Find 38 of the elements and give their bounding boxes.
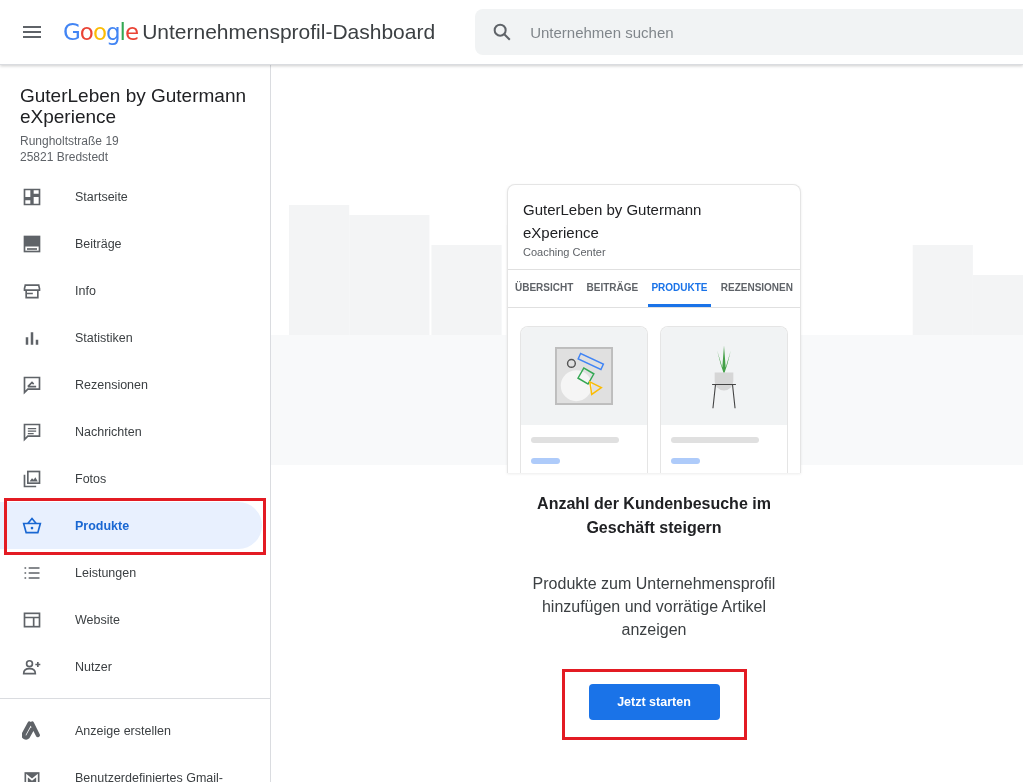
preview-business-name: GuterLeben by Gutermann eXperience bbox=[523, 200, 703, 243]
ads-icon bbox=[22, 720, 42, 741]
message-icon bbox=[22, 421, 42, 442]
nav-item[interactable]: Nachrichten bbox=[0, 408, 262, 455]
promo-heading: Anzahl der Kundenbesuche im Geschäft steigern bbox=[536, 494, 772, 538]
nav-item[interactable]: Leistungen bbox=[0, 549, 262, 596]
business-name: GuterLeben by Gutermann eXperience bbox=[20, 85, 248, 127]
nav-item[interactable]: Anzeige erstellen bbox=[0, 707, 262, 754]
nav-item[interactable]: Nutzer bbox=[0, 643, 262, 690]
placeholder-line bbox=[531, 458, 560, 464]
nav-item[interactable]: Website bbox=[0, 596, 262, 643]
logo: Google bbox=[63, 19, 139, 45]
post-icon bbox=[22, 233, 42, 254]
product-title: Unternehmensprofil-Dashboard bbox=[142, 20, 436, 44]
nav-item[interactable]: Benutzerdefiniertes Gmail- bbox=[0, 754, 262, 782]
dashboard-icon bbox=[22, 186, 42, 207]
nav-item[interactable]: Rezensionen bbox=[0, 361, 262, 408]
nav-item[interactable]: Statistiken bbox=[0, 314, 262, 361]
nav-item[interactable]: Beiträge bbox=[0, 220, 262, 267]
preview-tab[interactable]: REZENSIONEN bbox=[717, 270, 796, 307]
nav-item[interactable]: Info bbox=[0, 267, 262, 314]
promo-text: Produkte zum Unternehmensprofil hinzufügen und vorrätige Artikel anzeigen bbox=[531, 574, 777, 640]
address-line: Rungholtstraße 19 bbox=[20, 133, 120, 149]
nav-item[interactable]: Startseite bbox=[0, 173, 262, 220]
nav-item[interactable]: Produkte bbox=[0, 502, 262, 549]
photos-icon bbox=[22, 468, 42, 489]
preview-tab[interactable]: ÜBERSICHT bbox=[512, 270, 577, 307]
placeholder-line bbox=[671, 458, 700, 464]
abstract-art-drawing bbox=[555, 347, 613, 405]
address-line: 25821 Bredstedt bbox=[20, 149, 110, 165]
menu-icon[interactable] bbox=[23, 26, 41, 38]
nav-item[interactable]: Fotos bbox=[0, 455, 262, 502]
start-button[interactable]: Jetzt starten bbox=[588, 684, 720, 720]
review-icon bbox=[22, 374, 42, 395]
preview-tab[interactable]: BEITRÄGE bbox=[583, 270, 642, 307]
preview-category: Coaching Center bbox=[523, 246, 607, 258]
basket-icon bbox=[22, 515, 42, 536]
search-field[interactable]: Unternehmen suchen bbox=[475, 9, 1023, 55]
